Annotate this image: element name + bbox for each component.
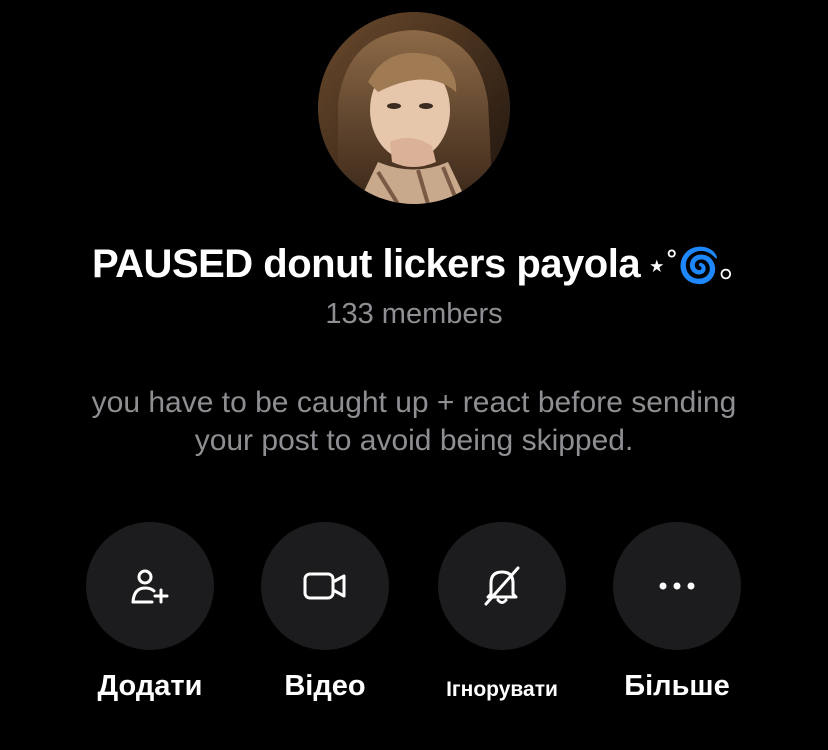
more-button[interactable] bbox=[613, 522, 741, 650]
group-name-decoration: ⋆˚🌀｡ bbox=[646, 247, 737, 285]
video-button[interactable] bbox=[261, 522, 389, 650]
group-description: you have to be caught up + react before … bbox=[91, 386, 737, 457]
more-label: Більше bbox=[624, 670, 730, 702]
video-action: Відео bbox=[237, 522, 413, 712]
video-label: Відео bbox=[284, 670, 366, 702]
more-action: Більше bbox=[589, 522, 765, 712]
mute-label: Ігнорувати bbox=[446, 678, 558, 701]
group-avatar[interactable] bbox=[318, 12, 510, 204]
add-member-action: Додати bbox=[62, 522, 238, 712]
video-camera-icon bbox=[303, 572, 346, 600]
member-count: 133 members bbox=[325, 298, 503, 330]
mute-action: Ігнорувати bbox=[414, 522, 590, 712]
bell-slash-icon bbox=[484, 566, 520, 606]
mute-button[interactable] bbox=[438, 522, 566, 650]
action-row: Додати Відео Ігнорувати Більше bbox=[0, 522, 828, 722]
add-member-label: Додати bbox=[97, 670, 203, 702]
add-member-icon bbox=[131, 569, 169, 604]
group-title: PAUSED donut lickers payola ⋆˚🌀｡ bbox=[0, 238, 828, 287]
ellipsis-icon bbox=[659, 582, 695, 590]
group-name-text: PAUSED donut lickers payola bbox=[91, 242, 641, 286]
add-member-button[interactable] bbox=[86, 522, 214, 650]
